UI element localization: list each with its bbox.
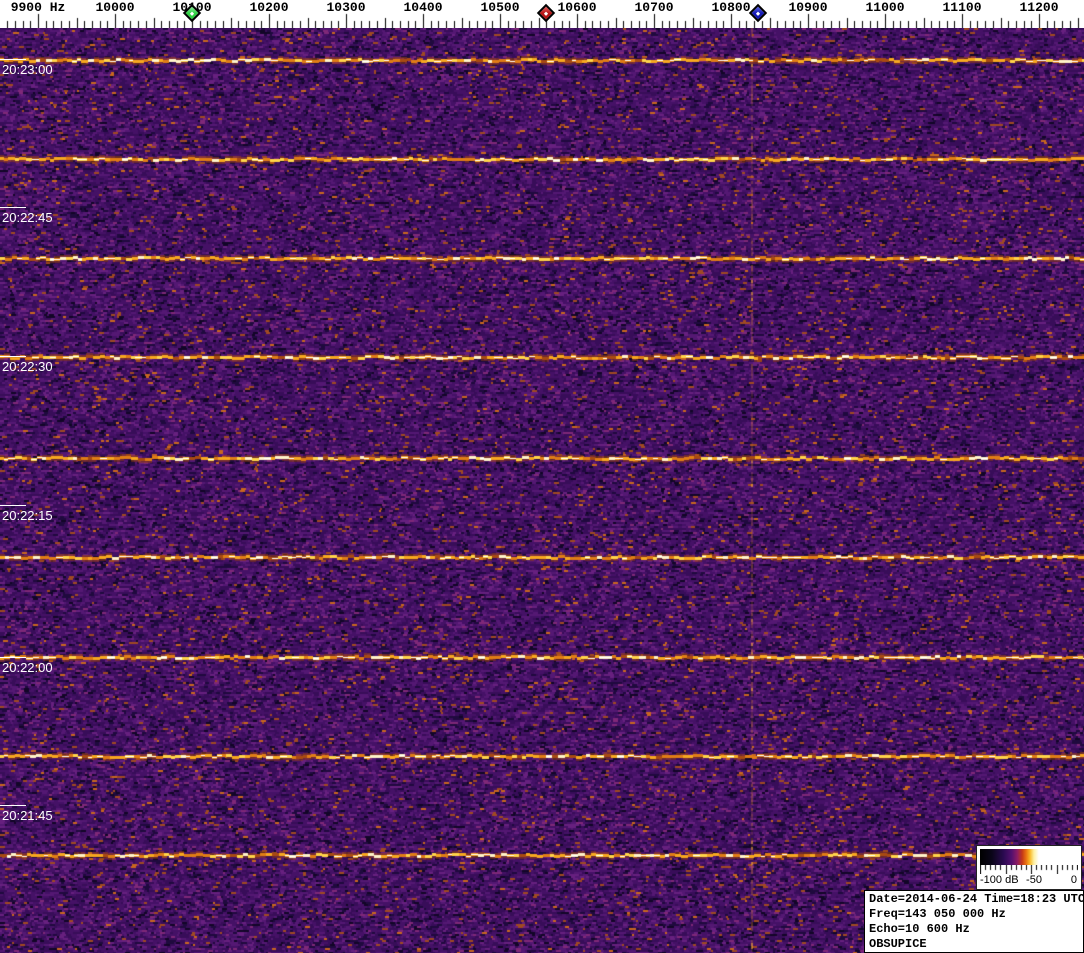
time-label: 20:22:00 — [2, 660, 53, 675]
time-tick — [0, 505, 26, 506]
colorbar-label-min: -100 dB — [980, 874, 1019, 886]
freq-label-10900: 10900 — [788, 0, 828, 15]
time-label: 20:21:45 — [2, 808, 53, 823]
freq-label-10000: 10000 — [95, 0, 135, 15]
time-tick — [0, 356, 26, 357]
info-date-time: Date=2014-06-24 Time=18:23 UTC — [869, 892, 1084, 906]
freq-label-10300: 10300 — [326, 0, 366, 15]
time-label: 20:23:00 — [2, 62, 53, 77]
time-label: 20:22:15 — [2, 508, 53, 523]
colorbar-label-max: 0 — [1070, 874, 1077, 886]
time-tick — [0, 59, 26, 60]
spectrogram-waterfall[interactable] — [0, 28, 1084, 953]
marker-center-dot — [755, 10, 761, 16]
station-info-box: Date=2014-06-24 Time=18:23 UTC Freq=143 … — [864, 890, 1084, 953]
info-station: OBSUPICE — [869, 937, 927, 951]
marker-center-dot — [189, 10, 195, 16]
freq-label-11100: 11100 — [942, 0, 982, 15]
info-echo: Echo=10 600 Hz — [869, 922, 970, 936]
amplitude-colorbar: -100 dB -50 0 — [976, 845, 1082, 890]
time-tick — [0, 207, 26, 208]
freq-label-11000: 11000 — [865, 0, 905, 15]
freq-label-10500: 10500 — [480, 0, 520, 15]
freq-label-11200: 11200 — [1019, 0, 1059, 15]
colorbar-label-mid: -50 — [1026, 874, 1042, 886]
marker-center-dot — [543, 10, 549, 16]
colorbar-ticks — [980, 865, 1078, 874]
freq-label-10200: 10200 — [249, 0, 289, 15]
time-tick — [0, 805, 26, 806]
colorbar-gradient — [980, 849, 1078, 865]
frequency-ruler[interactable]: 9900 Hz 10000 10100 10200 10300 10400 10… — [0, 0, 1084, 28]
spectrum-waterfall-screen: 9900 Hz 10000 10100 10200 10300 10400 10… — [0, 0, 1084, 953]
freq-label-10400: 10400 — [403, 0, 443, 15]
freq-label-10700: 10700 — [634, 0, 674, 15]
freq-label-10600: 10600 — [557, 0, 597, 15]
time-label: 20:22:45 — [2, 210, 53, 225]
freq-label-10800: 10800 — [711, 0, 751, 15]
freq-label-9900: 9900 Hz — [10, 0, 66, 15]
time-tick — [0, 657, 26, 658]
info-frequency: Freq=143 050 000 Hz — [869, 907, 1006, 921]
time-label: 20:22:30 — [2, 359, 53, 374]
